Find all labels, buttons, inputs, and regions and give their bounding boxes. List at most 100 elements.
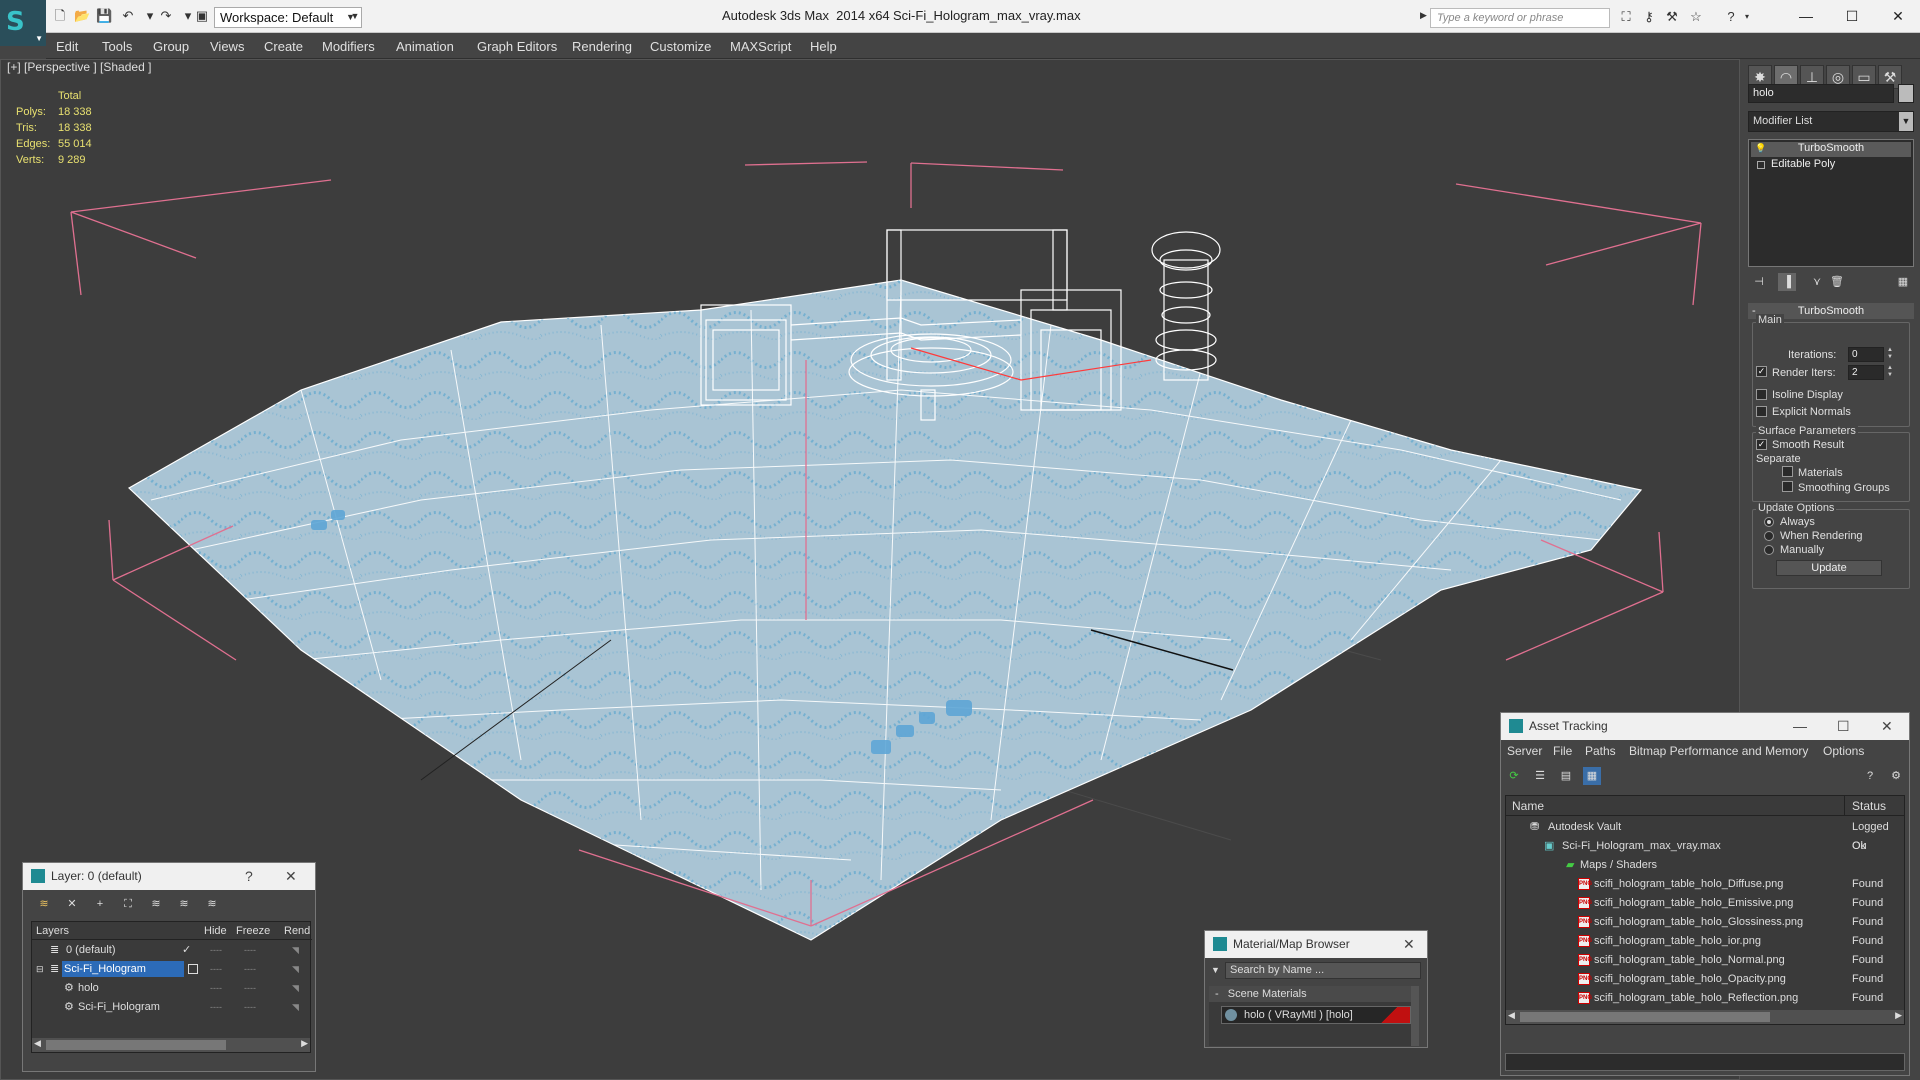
close-button[interactable]: ✕ — [1881, 713, 1893, 740]
horizontal-scrollbar[interactable]: ◀ ▶ — [1506, 1010, 1904, 1024]
table-view-icon[interactable]: ▦ — [1583, 767, 1601, 785]
lightbulb-icon[interactable]: 💡 — [1755, 143, 1766, 154]
list-view-icon[interactable]: ☰ — [1531, 767, 1549, 785]
render-toggle-icon[interactable]: ◥ — [292, 942, 299, 958]
asset-row[interactable]: ⛃ Autodesk Vault Logged Ou — [1506, 818, 1889, 852]
render-iters-spinner[interactable]: 2 — [1848, 365, 1884, 380]
scroll-right-icon[interactable]: ▶ — [1895, 1010, 1902, 1021]
modifier-list-dropdown[interactable]: Modifier List ▼ — [1748, 111, 1914, 132]
close-button[interactable]: ✕ — [1403, 931, 1415, 958]
col-status[interactable]: Status — [1852, 796, 1886, 816]
col-render[interactable]: Rend — [284, 922, 310, 940]
show-end-result-icon[interactable]: ▐ — [1778, 273, 1796, 291]
asset-menu-bitmap-performance[interactable]: Bitmap Performance and Memory — [1629, 741, 1808, 761]
menu-rendering[interactable]: Rendering — [572, 39, 632, 54]
menu-create[interactable]: Create — [264, 39, 303, 54]
object-name-field[interactable]: holo — [1748, 84, 1894, 103]
hide-toggle[interactable]: ---- — [210, 999, 222, 1015]
close-button[interactable]: ✕ — [1878, 4, 1918, 28]
binoculars-icon[interactable]: ⛶ — [1617, 9, 1635, 25]
remove-modifier-icon[interactable]: 🗑 — [1828, 273, 1846, 291]
smoothing-groups-checkbox[interactable] — [1782, 481, 1793, 492]
asset-row[interactable]: PNG scifi_hologram_table_holo_Emissive.p… — [1506, 894, 1883, 913]
asset-row[interactable]: ▰ Maps / Shaders — [1506, 856, 1836, 875]
scroll-right-icon[interactable]: ▶ — [301, 1038, 308, 1049]
project-folder-icon[interactable]: ▣ — [194, 8, 210, 24]
layer-row[interactable]: ⊟ ≣ Sci-Fi_Hologram ---- ---- ◥ — [32, 961, 299, 977]
collapse-icon[interactable]: ⊟ — [36, 961, 44, 977]
asset-row[interactable]: PNG scifi_hologram_table_holo_Glossiness… — [1506, 913, 1883, 932]
asset-row[interactable]: PNG scifi_hologram_table_holo_Reflection… — [1506, 989, 1883, 1008]
new-file-icon[interactable]: 🗋 — [52, 8, 68, 24]
scrollbar-thumb[interactable] — [46, 1040, 226, 1050]
col-freeze[interactable]: Freeze — [236, 922, 270, 940]
material-item-holo[interactable]: holo ( VRayMtl ) [holo] — [1221, 1006, 1411, 1024]
close-button[interactable]: ✕ — [285, 863, 297, 890]
highlight-selected-icon[interactable]: ≋ — [147, 895, 165, 913]
isoline-display-checkbox[interactable] — [1756, 389, 1767, 400]
set-current-box-icon[interactable] — [188, 964, 198, 974]
layer-row[interactable]: ≣ 0 (default) ✓ ---- ---- ◥ — [32, 942, 299, 958]
spinner-arrows-icon[interactable]: ▲ ▼ — [1886, 347, 1894, 362]
settings-icon[interactable]: ⚙ — [1887, 767, 1905, 785]
asset-row[interactable]: PNG scifi_hologram_table_holo_Opacity.pn… — [1506, 970, 1883, 989]
app-menu-button[interactable]: S ▼ — [0, 0, 46, 46]
col-layers[interactable]: Layers — [36, 922, 69, 940]
delete-layer-icon[interactable]: ✕ — [63, 895, 81, 913]
asset-menu-server[interactable]: Server — [1507, 741, 1542, 761]
always-radio[interactable] — [1764, 517, 1774, 527]
col-hide[interactable]: Hide — [204, 922, 227, 940]
asset-menu-file[interactable]: File — [1553, 741, 1572, 761]
asset-row[interactable]: PNG scifi_hologram_table_holo_Diffuse.pn… — [1506, 875, 1883, 894]
configure-sets-icon[interactable]: ▦ — [1894, 273, 1912, 291]
hide-toggle[interactable]: ---- — [210, 942, 222, 958]
manually-radio[interactable] — [1764, 545, 1774, 555]
stack-item-turbosmooth[interactable]: 💡 TurboSmooth — [1751, 142, 1911, 157]
asset-row[interactable]: PNG scifi_hologram_table_holo_ior.png Fo… — [1506, 932, 1883, 951]
asset-menu-options[interactable]: Options — [1823, 741, 1864, 761]
menu-customize[interactable]: Customize — [650, 39, 711, 54]
render-toggle-icon[interactable]: ◥ — [292, 980, 299, 996]
help-dropdown-icon[interactable]: ▾ — [1738, 9, 1756, 25]
hide-toggle[interactable]: ---- — [210, 980, 222, 996]
asset-row[interactable]: ▣ Sci-Fi_Hologram_max_vray.max Ok — [1506, 837, 1866, 856]
hide-toggle[interactable]: ---- — [210, 961, 222, 977]
render-toggle-icon[interactable]: ◥ — [292, 961, 299, 977]
freeze-all-icon[interactable]: ≋ — [203, 895, 221, 913]
smooth-result-checkbox[interactable]: ✓ — [1756, 439, 1767, 450]
iterations-spinner[interactable]: 0 — [1848, 347, 1884, 362]
minimize-button[interactable]: — — [1793, 713, 1807, 740]
asset-path-field[interactable] — [1505, 1053, 1905, 1071]
vertical-scrollbar[interactable] — [1411, 986, 1419, 1046]
menu-graph-editors[interactable]: Graph Editors — [477, 39, 557, 54]
menu-modifiers[interactable]: Modifiers — [322, 39, 375, 54]
menu-views[interactable]: Views — [210, 39, 244, 54]
asset-menu-paths[interactable]: Paths — [1585, 741, 1616, 761]
render-toggle-icon[interactable]: ◥ — [292, 999, 299, 1015]
expand-search-icon[interactable]: ▶ — [1420, 10, 1427, 21]
search-input[interactable]: Type a keyword or phrase — [1430, 8, 1610, 28]
workspace-dropdown-icon[interactable]: ▼ — [347, 8, 363, 24]
menu-tools[interactable]: Tools — [102, 39, 132, 54]
save-icon[interactable]: 💾 — [96, 8, 112, 24]
materials-checkbox[interactable] — [1782, 466, 1793, 477]
make-unique-icon[interactable]: ⋎ — [1808, 273, 1826, 291]
undo-icon[interactable]: ↶ — [120, 8, 136, 24]
help-icon[interactable]: ? — [1861, 767, 1879, 785]
expand-box-icon[interactable] — [1757, 161, 1765, 169]
viewport-label[interactable]: [+] [Perspective ] [Shaded ] — [7, 60, 151, 74]
key-icon[interactable]: ⚷ — [1640, 9, 1658, 25]
layer-window-titlebar[interactable]: Layer: 0 (default) ? ✕ — [23, 863, 315, 890]
new-layer-icon[interactable]: ≋ — [35, 895, 53, 913]
render-iters-checkbox[interactable]: ✓ — [1756, 366, 1767, 377]
minimize-button[interactable]: — — [1786, 4, 1826, 28]
explicit-normals-checkbox[interactable] — [1756, 406, 1767, 417]
hide-all-icon[interactable]: ≋ — [175, 895, 193, 913]
scene-materials-section[interactable]: - Scene Materials — [1209, 986, 1415, 1002]
layer-row[interactable]: ⚙ Sci-Fi_Hologram ---- ---- ◥ — [32, 999, 299, 1015]
add-to-layer-icon[interactable]: + — [91, 895, 109, 913]
asset-tracking-titlebar[interactable]: Asset Tracking — ☐ ✕ — [1501, 713, 1909, 740]
scroll-left-icon[interactable]: ◀ — [34, 1038, 41, 1049]
scroll-left-icon[interactable]: ◀ — [1508, 1010, 1515, 1021]
menu-maxscript[interactable]: MAXScript — [730, 39, 791, 54]
